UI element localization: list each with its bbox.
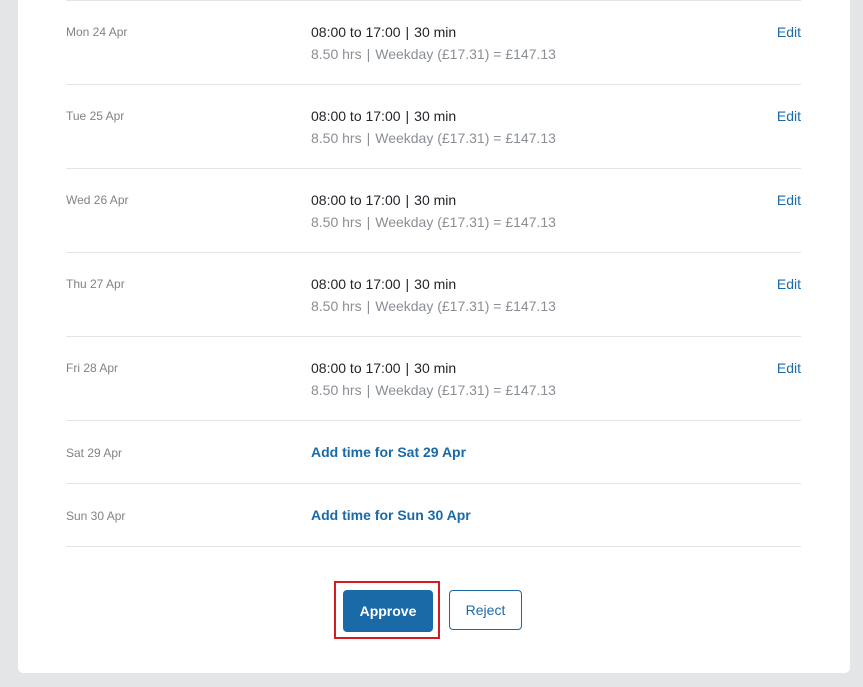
day-row-thu: Thu 27 Apr 08:00 to 17:00 | 30 min 8.50 hr… — [66, 253, 801, 337]
day-date: Thu 27 Apr — [66, 277, 125, 291]
day-summary: 8.50 hrs | Weekday (£17.31) = £147.13 — [311, 382, 556, 398]
timesheet-card: Mon 24 Apr 08:00 to 17:00 | 30 min 8.50 hr… — [18, 0, 850, 673]
day-summary: 8.50 hrs | Weekday (£17.31) = £147.13 — [311, 298, 556, 314]
edit-link-fri[interactable]: Edit — [777, 360, 801, 376]
day-summary: 8.50 hrs | Weekday (£17.31) = £147.13 — [311, 130, 556, 146]
day-date: Tue 25 Apr — [66, 109, 125, 123]
day-row-fri: Fri 28 Apr 08:00 to 17:00 | 30 min 8.50 hr… — [66, 337, 801, 421]
approve-button[interactable]: Approve — [343, 590, 433, 632]
edit-link-mon[interactable]: Edit — [777, 24, 801, 40]
day-date: Sat 29 Apr — [66, 446, 123, 460]
day-time: 08:00 to 17:00 | 30 min — [311, 192, 457, 208]
add-time-link-sat[interactable]: Add time for Sat 29 Apr — [311, 444, 466, 460]
day-summary: 8.50 hrs | Weekday (£17.31) = £147.13 — [311, 214, 556, 230]
day-date: Sun 30 Apr — [66, 509, 126, 523]
day-time: 08:00 to 17:00 | 30 min — [311, 276, 457, 292]
edit-link-wed[interactable]: Edit — [777, 192, 801, 208]
day-time: 08:00 to 17:00 | 30 min — [311, 360, 457, 376]
day-row-sun: Sun 30 Apr Add time for Sun 30 Apr — [66, 484, 801, 547]
day-summary: 8.50 hrs | Weekday (£17.31) = £147.13 — [311, 46, 556, 62]
timesheet-rows: Mon 24 Apr 08:00 to 17:00 | 30 min 8.50 hr… — [66, 0, 801, 547]
add-time-link-sun[interactable]: Add time for Sun 30 Apr — [311, 507, 471, 523]
day-date: Wed 26 Apr — [66, 193, 129, 207]
day-date: Mon 24 Apr — [66, 25, 128, 39]
day-row-sat: Sat 29 Apr Add time for Sat 29 Apr — [66, 421, 801, 484]
day-date: Fri 28 Apr — [66, 361, 119, 375]
edit-link-tue[interactable]: Edit — [777, 108, 801, 124]
edit-link-thu[interactable]: Edit — [777, 276, 801, 292]
reject-button[interactable]: Reject — [449, 590, 522, 630]
day-row-mon: Mon 24 Apr 08:00 to 17:00 | 30 min 8.50 hr… — [66, 0, 801, 85]
day-time: 08:00 to 17:00 | 30 min — [311, 24, 457, 40]
day-time: 08:00 to 17:00 | 30 min — [311, 108, 457, 124]
day-row-wed: Wed 26 Apr 08:00 to 17:00 | 30 min 8.50 hr… — [66, 169, 801, 253]
day-row-tue: Tue 25 Apr 08:00 to 17:00 | 30 min 8.50 hr… — [66, 85, 801, 169]
